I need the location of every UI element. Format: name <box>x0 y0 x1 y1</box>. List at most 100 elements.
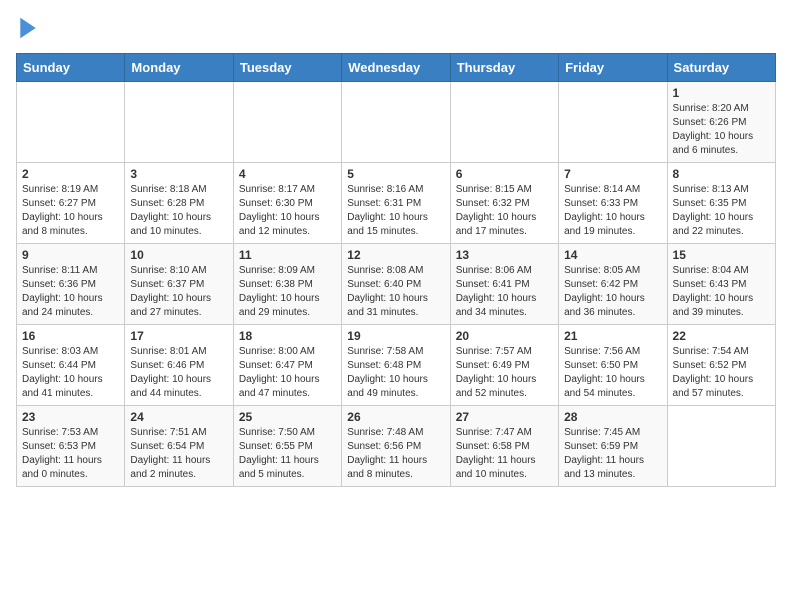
day-number: 11 <box>239 248 336 262</box>
day-detail: Sunrise: 7:45 AM Sunset: 6:59 PM Dayligh… <box>564 426 661 482</box>
weekday-header-saturday: Saturday <box>667 54 775 82</box>
weekday-header-sunday: Sunday <box>17 54 125 82</box>
day-detail: Sunrise: 8:10 AM Sunset: 6:37 PM Dayligh… <box>130 264 227 320</box>
day-detail: Sunrise: 8:09 AM Sunset: 6:38 PM Dayligh… <box>239 264 336 320</box>
calendar-cell: 7 Sunrise: 8:14 AM Sunset: 6:33 PM Daylig… <box>559 163 667 244</box>
week-row-2: 9 Sunrise: 8:11 AM Sunset: 6:36 PM Daylig… <box>17 244 776 325</box>
day-detail: Sunrise: 8:17 AM Sunset: 6:30 PM Dayligh… <box>239 183 336 239</box>
day-number: 27 <box>456 410 553 424</box>
day-number: 5 <box>347 167 444 181</box>
day-detail: Sunrise: 7:51 AM Sunset: 6:54 PM Dayligh… <box>130 426 227 482</box>
day-detail: Sunrise: 7:48 AM Sunset: 6:56 PM Dayligh… <box>347 426 444 482</box>
calendar-cell: 13 Sunrise: 8:06 AM Sunset: 6:41 PM Dayli… <box>450 244 558 325</box>
day-number: 1 <box>673 86 770 100</box>
calendar-cell <box>233 82 341 163</box>
day-number: 4 <box>239 167 336 181</box>
day-detail: Sunrise: 8:03 AM Sunset: 6:44 PM Dayligh… <box>22 345 119 401</box>
day-detail: Sunrise: 8:18 AM Sunset: 6:28 PM Dayligh… <box>130 183 227 239</box>
week-row-1: 2Sunrise: 8:19 AM Sunset: 6:27 PM Daylig… <box>17 163 776 244</box>
calendar-cell: 11 Sunrise: 8:09 AM Sunset: 6:38 PM Dayli… <box>233 244 341 325</box>
calendar-cell: 10 Sunrise: 8:10 AM Sunset: 6:37 PM Dayli… <box>125 244 233 325</box>
day-number: 7 <box>564 167 661 181</box>
day-detail: Sunrise: 7:54 AM Sunset: 6:52 PM Dayligh… <box>673 345 770 401</box>
day-detail: Sunrise: 8:14 AM Sunset: 6:33 PM Dayligh… <box>564 183 661 239</box>
weekday-header-monday: Monday <box>125 54 233 82</box>
day-number: 22 <box>673 329 770 343</box>
calendar-cell: 15 Sunrise: 8:04 AM Sunset: 6:43 PM Dayli… <box>667 244 775 325</box>
day-number: 3 <box>130 167 227 181</box>
day-detail: Sunrise: 8:13 AM Sunset: 6:35 PM Dayligh… <box>673 183 770 239</box>
day-number: 20 <box>456 329 553 343</box>
day-number: 10 <box>130 248 227 262</box>
calendar-cell <box>125 82 233 163</box>
calendar-cell: 19 Sunrise: 7:58 AM Sunset: 6:48 PM Dayli… <box>342 325 450 406</box>
calendar-cell: 17 Sunrise: 8:01 AM Sunset: 6:46 PM Dayli… <box>125 325 233 406</box>
day-number: 25 <box>239 410 336 424</box>
day-number: 19 <box>347 329 444 343</box>
calendar-cell: 25 Sunrise: 7:50 AM Sunset: 6:55 PM Dayli… <box>233 406 341 487</box>
calendar-cell: 12 Sunrise: 8:08 AM Sunset: 6:40 PM Dayli… <box>342 244 450 325</box>
day-number: 9 <box>22 248 119 262</box>
day-number: 12 <box>347 248 444 262</box>
calendar-cell: 21 Sunrise: 7:56 AM Sunset: 6:50 PM Dayli… <box>559 325 667 406</box>
day-number: 15 <box>673 248 770 262</box>
day-detail: Sunrise: 8:04 AM Sunset: 6:43 PM Dayligh… <box>673 264 770 320</box>
day-detail: Sunrise: 7:57 AM Sunset: 6:49 PM Dayligh… <box>456 345 553 401</box>
day-detail: Sunrise: 8:05 AM Sunset: 6:42 PM Dayligh… <box>564 264 661 320</box>
weekday-header-wednesday: Wednesday <box>342 54 450 82</box>
calendar-cell: 18 Sunrise: 8:00 AM Sunset: 6:47 PM Dayli… <box>233 325 341 406</box>
calendar-cell: 5 Sunrise: 8:16 AM Sunset: 6:31 PM Daylig… <box>342 163 450 244</box>
calendar-cell: 16 Sunrise: 8:03 AM Sunset: 6:44 PM Dayli… <box>17 325 125 406</box>
day-number: 24 <box>130 410 227 424</box>
day-detail: Sunrise: 8:00 AM Sunset: 6:47 PM Dayligh… <box>239 345 336 401</box>
day-detail: Sunrise: 8:15 AM Sunset: 6:32 PM Dayligh… <box>456 183 553 239</box>
day-detail: Sunrise: 8:11 AM Sunset: 6:36 PM Dayligh… <box>22 264 119 320</box>
day-number: 6 <box>456 167 553 181</box>
weekday-header-tuesday: Tuesday <box>233 54 341 82</box>
day-detail: Sunrise: 7:56 AM Sunset: 6:50 PM Dayligh… <box>564 345 661 401</box>
calendar-cell: 6 Sunrise: 8:15 AM Sunset: 6:32 PM Daylig… <box>450 163 558 244</box>
day-detail: Sunrise: 7:50 AM Sunset: 6:55 PM Dayligh… <box>239 426 336 482</box>
page-header <box>16 16 776 45</box>
calendar-cell <box>342 82 450 163</box>
calendar-cell: 14 Sunrise: 8:05 AM Sunset: 6:42 PM Dayli… <box>559 244 667 325</box>
day-number: 23 <box>22 410 119 424</box>
day-number: 21 <box>564 329 661 343</box>
day-detail: Sunrise: 7:47 AM Sunset: 6:58 PM Dayligh… <box>456 426 553 482</box>
day-number: 28 <box>564 410 661 424</box>
day-detail: Sunrise: 7:58 AM Sunset: 6:48 PM Dayligh… <box>347 345 444 401</box>
week-row-4: 23 Sunrise: 7:53 AM Sunset: 6:53 PM Dayli… <box>17 406 776 487</box>
calendar-cell: 1 Sunrise: 8:20 AM Sunset: 6:26 PM Daylig… <box>667 82 775 163</box>
weekday-header-friday: Friday <box>559 54 667 82</box>
calendar-cell: 20 Sunrise: 7:57 AM Sunset: 6:49 PM Dayli… <box>450 325 558 406</box>
day-number: 8 <box>673 167 770 181</box>
day-number: 14 <box>564 248 661 262</box>
day-detail: Sunrise: 8:01 AM Sunset: 6:46 PM Dayligh… <box>130 345 227 401</box>
day-number: 13 <box>456 248 553 262</box>
day-detail: Sunrise: 8:06 AM Sunset: 6:41 PM Dayligh… <box>456 264 553 320</box>
day-detail: Sunrise: 8:16 AM Sunset: 6:31 PM Dayligh… <box>347 183 444 239</box>
calendar-cell: 24 Sunrise: 7:51 AM Sunset: 6:54 PM Dayli… <box>125 406 233 487</box>
day-detail: Sunrise: 7:53 AM Sunset: 6:53 PM Dayligh… <box>22 426 119 482</box>
calendar-cell <box>667 406 775 487</box>
calendar-cell <box>17 82 125 163</box>
calendar-body: 1 Sunrise: 8:20 AM Sunset: 6:26 PM Daylig… <box>17 82 776 487</box>
calendar-cell: 4 Sunrise: 8:17 AM Sunset: 6:30 PM Daylig… <box>233 163 341 244</box>
calendar-cell: 26 Sunrise: 7:48 AM Sunset: 6:56 PM Dayli… <box>342 406 450 487</box>
day-number: 26 <box>347 410 444 424</box>
calendar-cell: 8 Sunrise: 8:13 AM Sunset: 6:35 PM Daylig… <box>667 163 775 244</box>
calendar-table: SundayMondayTuesdayWednesdayThursdayFrid… <box>16 53 776 487</box>
logo <box>16 16 38 45</box>
day-number: 16 <box>22 329 119 343</box>
day-number: 18 <box>239 329 336 343</box>
calendar-cell: 9 Sunrise: 8:11 AM Sunset: 6:36 PM Daylig… <box>17 244 125 325</box>
calendar-cell: 27 Sunrise: 7:47 AM Sunset: 6:58 PM Dayli… <box>450 406 558 487</box>
day-number: 17 <box>130 329 227 343</box>
day-detail: Sunrise: 8:19 AM Sunset: 6:27 PM Dayligh… <box>22 183 119 239</box>
day-detail: Sunrise: 8:20 AM Sunset: 6:26 PM Dayligh… <box>673 102 770 158</box>
calendar-cell: 2Sunrise: 8:19 AM Sunset: 6:27 PM Daylig… <box>17 163 125 244</box>
week-row-0: 1 Sunrise: 8:20 AM Sunset: 6:26 PM Daylig… <box>17 82 776 163</box>
day-detail: Sunrise: 8:08 AM Sunset: 6:40 PM Dayligh… <box>347 264 444 320</box>
calendar-cell <box>450 82 558 163</box>
calendar-cell: 3 Sunrise: 8:18 AM Sunset: 6:28 PM Daylig… <box>125 163 233 244</box>
